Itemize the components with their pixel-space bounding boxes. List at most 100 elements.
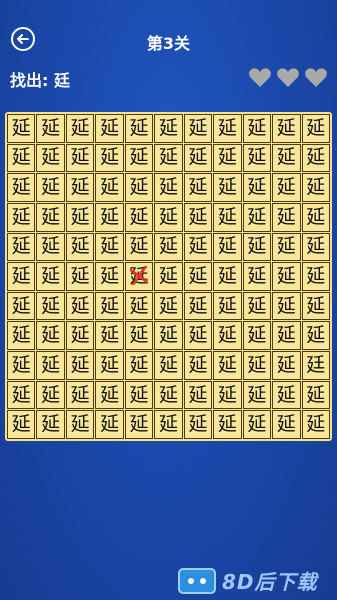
grid-cell[interactable]: 延	[95, 351, 124, 380]
grid-cell[interactable]: 延	[36, 262, 65, 291]
grid-cell[interactable]: 延	[7, 114, 36, 143]
grid-cell[interactable]: 延	[183, 291, 213, 321]
grid-cell[interactable]: 延	[95, 114, 124, 143]
grid-cell[interactable]: 延	[124, 114, 154, 143]
grid-cell[interactable]: 延	[301, 291, 330, 321]
grid-cell[interactable]: 延	[272, 202, 301, 232]
grid-cell[interactable]: 延	[183, 143, 213, 173]
grid-cell[interactable]: 延	[95, 321, 124, 351]
grid-cell[interactable]: 延	[183, 410, 213, 439]
grid-cell[interactable]: 延	[124, 380, 154, 410]
grid-cell[interactable]: 延	[154, 114, 183, 143]
grid-cell[interactable]: 延	[242, 291, 272, 321]
grid-cell[interactable]: 延	[213, 410, 242, 439]
grid-cell[interactable]: 延	[36, 114, 65, 143]
grid-cell[interactable]: 延	[36, 202, 65, 232]
grid-cell[interactable]: 延	[272, 143, 301, 173]
grid-cell[interactable]: 延	[301, 114, 330, 143]
grid-cell[interactable]: 延	[301, 380, 330, 410]
grid-cell[interactable]: 延	[95, 143, 124, 173]
grid-cell[interactable]: 延	[213, 173, 242, 202]
grid-cell[interactable]: 延	[95, 291, 124, 321]
grid-cell[interactable]: 延	[95, 262, 124, 291]
grid-cell[interactable]: 延	[242, 262, 272, 291]
grid-cell[interactable]: 延	[124, 232, 154, 262]
grid-cell[interactable]: 延	[154, 321, 183, 351]
grid-cell[interactable]: 延	[65, 291, 95, 321]
grid-cell[interactable]: 延	[183, 262, 213, 291]
grid-cell[interactable]: 延	[242, 173, 272, 202]
grid-cell[interactable]: 延	[7, 410, 36, 439]
grid-cell[interactable]: 延	[65, 262, 95, 291]
grid-cell[interactable]: 延	[7, 351, 36, 380]
grid-cell[interactable]: 延	[183, 232, 213, 262]
grid-cell[interactable]: 延	[301, 202, 330, 232]
grid-cell[interactable]: 延	[301, 173, 330, 202]
grid-cell[interactable]: 延	[36, 321, 65, 351]
grid-cell[interactable]: 延	[95, 380, 124, 410]
grid-cell[interactable]: 延	[95, 410, 124, 439]
grid-cell[interactable]: 延	[154, 380, 183, 410]
grid-cell[interactable]: 延	[301, 262, 330, 291]
grid-cell[interactable]: 延	[124, 143, 154, 173]
grid-cell[interactable]: 延	[213, 321, 242, 351]
grid-cell[interactable]: 延	[242, 114, 272, 143]
grid-cell[interactable]: 延	[36, 410, 65, 439]
grid-cell[interactable]: 延	[65, 321, 95, 351]
grid-cell[interactable]: 延	[272, 114, 301, 143]
grid-cell[interactable]: 延	[95, 173, 124, 202]
grid-cell[interactable]: 延	[242, 232, 272, 262]
grid-cell[interactable]: 延	[183, 202, 213, 232]
grid-cell[interactable]: 延	[242, 321, 272, 351]
grid-cell[interactable]: 延	[213, 232, 242, 262]
grid-cell[interactable]: 延	[36, 232, 65, 262]
grid-cell[interactable]: 延	[272, 262, 301, 291]
grid-cell[interactable]: 延	[36, 173, 65, 202]
grid-cell[interactable]: 延	[154, 202, 183, 232]
grid-cell[interactable]: 延	[154, 262, 183, 291]
grid-cell[interactable]: 延	[36, 291, 65, 321]
grid-cell[interactable]: 延	[242, 143, 272, 173]
grid-cell[interactable]: 延	[65, 202, 95, 232]
grid-cell[interactable]: 延	[272, 351, 301, 380]
grid-cell[interactable]: 延	[7, 173, 36, 202]
grid-cell[interactable]: 延	[124, 351, 154, 380]
grid-cell[interactable]: 延	[242, 202, 272, 232]
grid-cell[interactable]: 延	[65, 410, 95, 439]
grid-cell[interactable]: 延	[272, 291, 301, 321]
grid-cell[interactable]: 延	[36, 351, 65, 380]
grid-cell[interactable]: 延	[65, 232, 95, 262]
grid-cell[interactable]: 延	[183, 321, 213, 351]
grid-cell[interactable]: 延	[213, 114, 242, 143]
grid-cell[interactable]: 延	[242, 410, 272, 439]
grid-cell[interactable]: 延	[272, 380, 301, 410]
grid-cell[interactable]: 延	[124, 291, 154, 321]
grid-cell[interactable]: 延	[65, 173, 95, 202]
grid-cell[interactable]: 延	[154, 232, 183, 262]
grid-cell[interactable]: 延	[65, 351, 95, 380]
grid-cell[interactable]: 延	[183, 351, 213, 380]
grid-cell[interactable]: 延	[154, 143, 183, 173]
grid-cell[interactable]: 延	[124, 410, 154, 439]
grid-cell[interactable]: 延	[124, 202, 154, 232]
grid-cell[interactable]: 延	[301, 232, 330, 262]
grid-cell[interactable]: 延	[213, 143, 242, 173]
grid-cell[interactable]: 延	[183, 114, 213, 143]
grid-cell[interactable]: 延	[7, 143, 36, 173]
grid-cell[interactable]: 延	[154, 351, 183, 380]
grid-cell[interactable]: 延	[36, 143, 65, 173]
grid-cell[interactable]: 延	[213, 202, 242, 232]
grid-cell[interactable]: 延	[95, 202, 124, 232]
grid-cell[interactable]: 延	[272, 410, 301, 439]
grid-cell[interactable]: 延	[183, 380, 213, 410]
grid-cell[interactable]: 延	[242, 351, 272, 380]
grid-cell[interactable]: 延	[7, 321, 36, 351]
grid-cell[interactable]: 延	[65, 114, 95, 143]
grid-cell[interactable]: 延	[124, 321, 154, 351]
grid-cell[interactable]: 延	[301, 321, 330, 351]
grid-cell[interactable]: 延	[154, 410, 183, 439]
grid-cell[interactable]: 廷	[301, 351, 330, 380]
grid-cell[interactable]: 延	[154, 291, 183, 321]
grid-cell[interactable]: 延	[154, 173, 183, 202]
grid-cell[interactable]: 延	[7, 262, 36, 291]
